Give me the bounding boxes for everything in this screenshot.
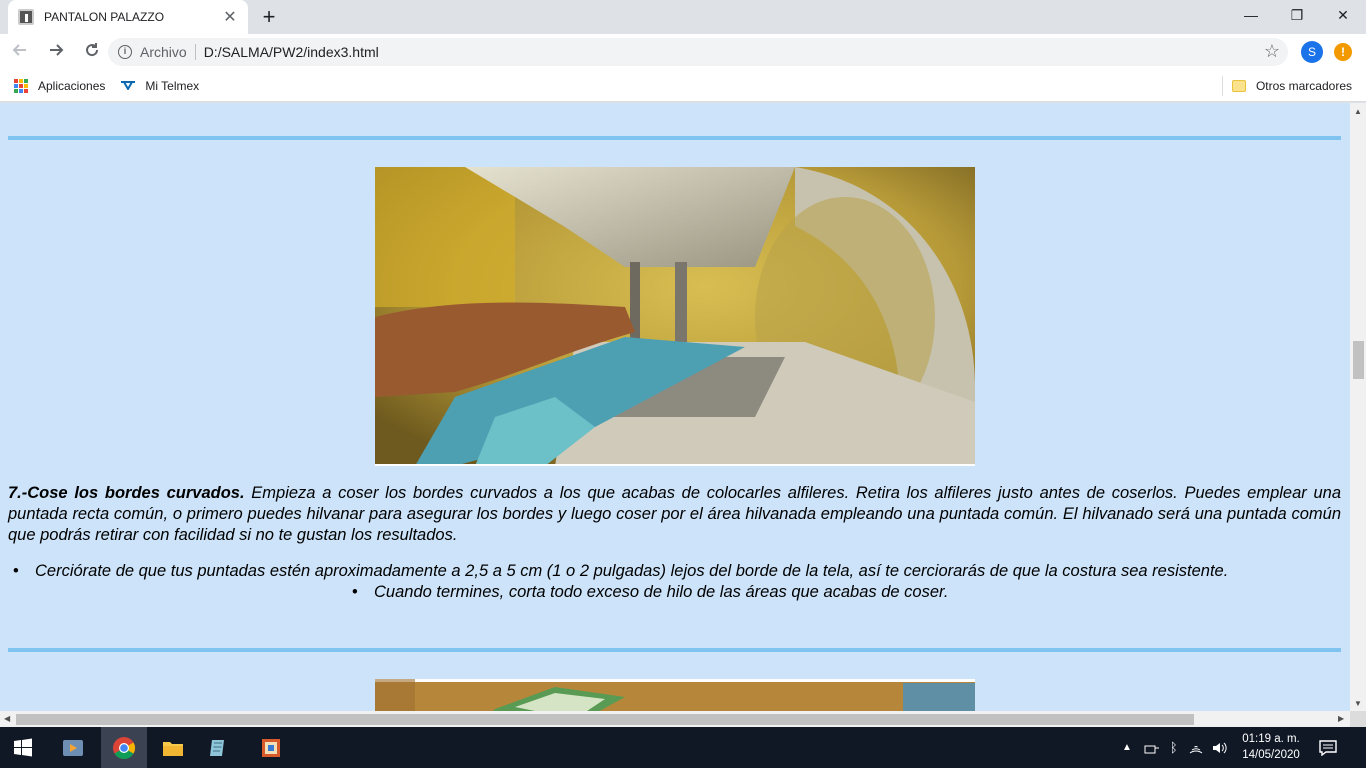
horizontal-scroll-thumb[interactable] bbox=[16, 714, 1194, 725]
reload-button[interactable] bbox=[76, 36, 108, 68]
bookmark-apps-label: Aplicaciones bbox=[38, 78, 106, 93]
bookmark-star-icon[interactable]: ☆ bbox=[1264, 41, 1280, 62]
scroll-left-icon[interactable]: ◀ bbox=[4, 714, 10, 723]
clock-date: 14/05/2020 bbox=[1242, 749, 1300, 761]
bookmarks-bar: Aplicaciones Mi Telmex Otros marcadores bbox=[0, 70, 1366, 102]
taskbar-clock[interactable]: 01:19 a. m. 14/05/2020 bbox=[1236, 731, 1306, 763]
back-button[interactable] bbox=[4, 36, 36, 68]
reload-icon bbox=[86, 43, 99, 57]
folder-icon bbox=[1231, 80, 1246, 92]
vertical-scroll-thumb[interactable] bbox=[1353, 341, 1364, 379]
start-button[interactable] bbox=[0, 727, 46, 768]
close-window-button[interactable]: ✕ bbox=[1320, 0, 1366, 30]
taskbar-app[interactable] bbox=[195, 727, 241, 768]
taskbar-chrome[interactable] bbox=[101, 727, 147, 768]
telmex-logo-icon bbox=[121, 79, 136, 93]
omnibox-divider bbox=[194, 44, 196, 60]
folder-icon bbox=[163, 741, 183, 756]
section-divider bbox=[8, 648, 1341, 652]
minimize-button[interactable]: — bbox=[1228, 0, 1274, 30]
taskbar-editor[interactable] bbox=[248, 727, 294, 768]
page-favicon-icon bbox=[18, 9, 34, 25]
notifications-button[interactable] bbox=[1306, 727, 1350, 768]
scroll-up-icon[interactable]: ▲ bbox=[1354, 107, 1362, 116]
url-text[interactable]: D:/SALMA/PW2/index3.html bbox=[204, 44, 379, 60]
section-divider bbox=[8, 136, 1341, 140]
network-icon bbox=[1144, 745, 1159, 753]
url-scheme: Archivo bbox=[140, 44, 187, 60]
page-viewport[interactable]: 7.-Cose los bordes curvados. Empieza a c… bbox=[0, 103, 1350, 711]
volume-icon bbox=[1212, 742, 1227, 753]
chevron-up-icon[interactable]: ▲ bbox=[1122, 742, 1132, 753]
wifi-icon bbox=[1189, 745, 1203, 753]
bookmark-telmex-label: Mi Telmex bbox=[145, 78, 200, 93]
tab-close-icon[interactable]: ✕ bbox=[222, 7, 238, 27]
other-bookmarks[interactable]: Otros marcadores bbox=[1231, 70, 1352, 102]
info-icon[interactable]: i bbox=[118, 45, 132, 59]
sewing-machine-photo bbox=[375, 167, 975, 466]
notepad-icon bbox=[210, 739, 224, 756]
arrow-left-icon bbox=[12, 44, 26, 56]
media-player-icon bbox=[63, 739, 83, 756]
browser-tab[interactable]: PANTALON PALAZZO ✕ bbox=[8, 0, 248, 34]
restore-button[interactable]: ❐ bbox=[1274, 0, 1320, 30]
address-bar[interactable]: i Archivo D:/SALMA/PW2/index3.html ☆ bbox=[108, 38, 1288, 66]
bookmark-telmex[interactable]: Mi Telmex bbox=[121, 79, 199, 93]
windows-logo-icon bbox=[14, 738, 32, 756]
taskbar-media-player[interactable] bbox=[50, 727, 96, 768]
windows-taskbar: ▲ ᛒ 01:19 a. m. 14/05/2020 bbox=[0, 727, 1366, 768]
list-item: Cuando termines, corta todo exceso de hi… bbox=[352, 583, 948, 602]
system-tray: ▲ ᛒ bbox=[1122, 727, 1228, 768]
next-step-photo bbox=[375, 679, 975, 711]
horizontal-scrollbar[interactable]: ◀ ▶ bbox=[0, 711, 1350, 727]
list-item: Cerciórate de que tus puntadas estén apr… bbox=[13, 562, 1228, 581]
taskbar-file-explorer[interactable] bbox=[150, 727, 196, 768]
browser-toolbar: i Archivo D:/SALMA/PW2/index3.html ☆ bbox=[0, 34, 1366, 70]
scrollbar-corner bbox=[1350, 711, 1366, 727]
arrow-right-icon bbox=[50, 44, 64, 56]
step-paragraph: 7.-Cose los bordes curvados. Empieza a c… bbox=[8, 483, 1341, 546]
profile-avatar[interactable]: S bbox=[1301, 41, 1323, 63]
notification-icon bbox=[1319, 739, 1337, 756]
bookmark-apps[interactable]: Aplicaciones bbox=[14, 78, 106, 93]
update-alert-icon[interactable]: ! bbox=[1334, 43, 1352, 61]
scroll-right-icon[interactable]: ▶ bbox=[1338, 714, 1344, 723]
step-heading: 7.-Cose los bordes curvados. bbox=[8, 484, 245, 502]
clock-time: 01:19 a. m. bbox=[1242, 733, 1300, 745]
forward-button[interactable] bbox=[40, 36, 72, 68]
apps-grid-icon bbox=[14, 78, 28, 93]
editor-icon bbox=[262, 738, 280, 757]
other-bookmarks-label: Otros marcadores bbox=[1255, 79, 1352, 93]
vertical-scrollbar[interactable]: ▲ ▼ bbox=[1350, 103, 1366, 711]
bluetooth-icon[interactable]: ᛒ bbox=[1170, 740, 1178, 755]
title-bar: PANTALON PALAZZO ✕ + — ❐ ✕ bbox=[0, 0, 1366, 34]
chrome-icon bbox=[113, 736, 135, 759]
tab-title: PANTALON PALAZZO bbox=[44, 10, 165, 24]
scroll-down-icon[interactable]: ▼ bbox=[1354, 699, 1362, 708]
new-tab-button[interactable]: + bbox=[256, 5, 282, 29]
bookmarks-divider bbox=[1222, 76, 1223, 96]
